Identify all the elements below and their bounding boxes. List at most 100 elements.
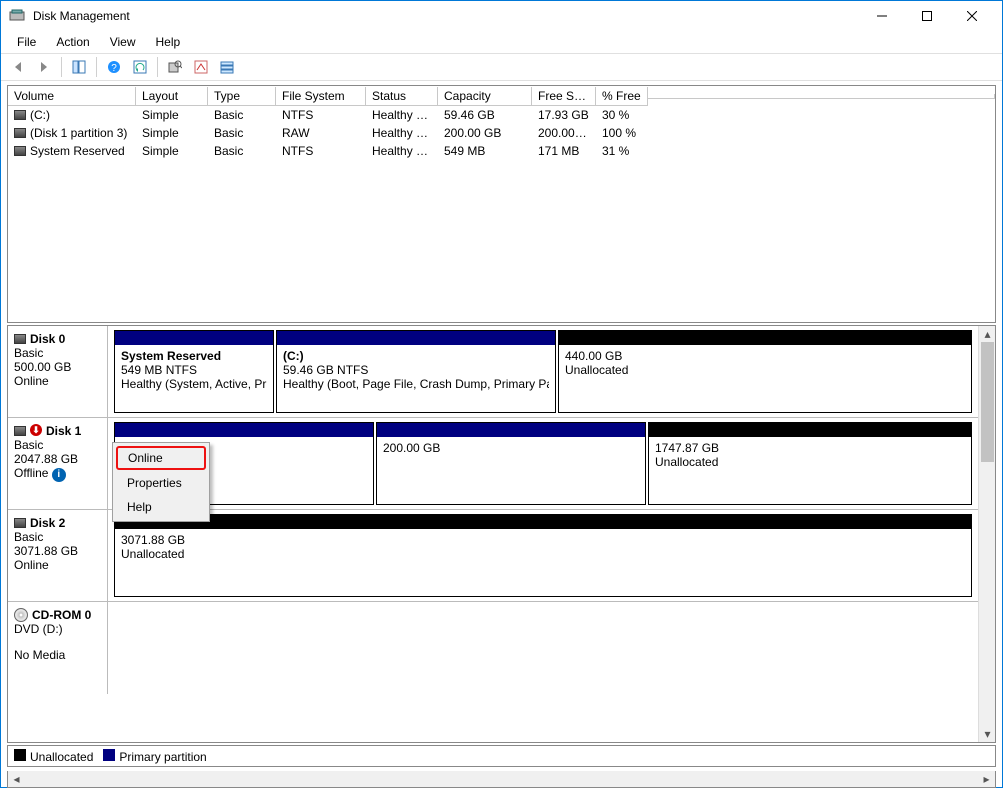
col-free[interactable]: Free Spa... bbox=[532, 87, 596, 106]
cell-fs: NTFS bbox=[276, 107, 366, 123]
partition-stripe bbox=[377, 423, 645, 437]
cell-pct: 100 % bbox=[596, 125, 648, 141]
disk-state: No Media bbox=[14, 648, 101, 662]
volume-row[interactable]: System Reserved Simple Basic NTFS Health… bbox=[8, 142, 995, 160]
volume-name: (C:) bbox=[30, 108, 50, 122]
partition[interactable]: 200.00 GB bbox=[376, 422, 646, 505]
cell-pct: 30 % bbox=[596, 107, 648, 123]
partition-stripe bbox=[649, 423, 971, 437]
scroll-right-icon[interactable]: ▸ bbox=[978, 771, 995, 787]
menubar: File Action View Help bbox=[1, 31, 1002, 53]
disk-icon bbox=[14, 518, 26, 528]
context-online[interactable]: Online bbox=[116, 446, 206, 470]
disk-state: Offline bbox=[14, 466, 48, 480]
disk-icon bbox=[14, 146, 26, 156]
help-button[interactable]: ? bbox=[103, 56, 125, 78]
disk-map[interactable]: Disk 0 Basic 500.00 GB Online System Res… bbox=[7, 325, 996, 743]
menu-help[interactable]: Help bbox=[146, 33, 191, 51]
disk-label[interactable]: Disk 2 Basic 3071.88 GB Online bbox=[8, 510, 108, 601]
disk-size: 500.00 GB bbox=[14, 360, 101, 374]
list-button[interactable] bbox=[216, 56, 238, 78]
disk-label[interactable]: ⬇Disk 1 Basic 2047.88 GB Offline i bbox=[8, 418, 108, 509]
disk-partitions: 200.00 GB 1747.87 GB Unallocated bbox=[108, 418, 978, 509]
col-pct[interactable]: % Free bbox=[596, 87, 648, 106]
partition[interactable]: (C:) 59.46 GB NTFS Healthy (Boot, Page F… bbox=[276, 330, 556, 413]
settings-button[interactable] bbox=[190, 56, 212, 78]
refresh-button[interactable] bbox=[129, 56, 151, 78]
scroll-down-icon[interactable]: ▾ bbox=[979, 726, 996, 742]
legend-unallocated: Unallocated bbox=[30, 750, 93, 764]
col-layout[interactable]: Layout bbox=[136, 87, 208, 106]
menu-action[interactable]: Action bbox=[46, 33, 99, 51]
disk-label[interactable]: Disk 0 Basic 500.00 GB Online bbox=[8, 326, 108, 417]
disk-kind: Basic bbox=[14, 438, 101, 452]
cell-pct: 31 % bbox=[596, 143, 648, 159]
disk-state: Online bbox=[14, 374, 101, 388]
maximize-button[interactable] bbox=[904, 1, 949, 31]
cell-status: Healthy (B... bbox=[366, 107, 438, 123]
volume-list[interactable]: Volume Layout Type File System Status Ca… bbox=[7, 85, 996, 323]
disk-title: Disk 1 bbox=[46, 424, 81, 438]
disk-entry-0[interactable]: Disk 0 Basic 500.00 GB Online System Res… bbox=[8, 326, 978, 418]
show-hide-tree-button[interactable] bbox=[68, 56, 90, 78]
partition-size: 59.46 GB NTFS bbox=[283, 363, 549, 377]
disk-label[interactable]: CD-ROM 0 DVD (D:) No Media bbox=[8, 602, 108, 694]
partition-size: 3071.88 GB bbox=[121, 533, 965, 547]
svg-text:?: ? bbox=[111, 63, 117, 74]
disk-icon bbox=[14, 128, 26, 138]
partition[interactable]: System Reserved 549 MB NTFS Healthy (Sys… bbox=[114, 330, 274, 413]
col-volume[interactable]: Volume bbox=[8, 87, 136, 106]
minimize-button[interactable] bbox=[859, 1, 904, 31]
close-button[interactable] bbox=[949, 1, 994, 31]
toolbar: ? bbox=[1, 53, 1002, 81]
volume-row[interactable]: (C:) Simple Basic NTFS Healthy (B... 59.… bbox=[8, 106, 995, 124]
col-status[interactable]: Status bbox=[366, 87, 438, 106]
cell-fs: RAW bbox=[276, 125, 366, 141]
info-icon[interactable]: i bbox=[52, 468, 66, 482]
vertical-scrollbar[interactable]: ▴ ▾ bbox=[978, 326, 995, 742]
cell-layout: Simple bbox=[136, 125, 208, 141]
disk-size: 3071.88 GB bbox=[14, 544, 101, 558]
col-type[interactable]: Type bbox=[208, 87, 276, 106]
partition-stripe bbox=[115, 515, 971, 529]
partition-unallocated[interactable]: 3071.88 GB Unallocated bbox=[114, 514, 972, 597]
partition-stripe bbox=[115, 331, 273, 345]
col-filesystem[interactable]: File System bbox=[276, 87, 366, 106]
scroll-thumb[interactable] bbox=[981, 342, 994, 462]
cell-type: Basic bbox=[208, 143, 276, 159]
scroll-left-icon[interactable]: ◂ bbox=[8, 771, 25, 787]
swatch-unallocated bbox=[14, 749, 26, 761]
menu-file[interactable]: File bbox=[7, 33, 46, 51]
partition-unallocated[interactable]: 440.00 GB Unallocated bbox=[558, 330, 972, 413]
toolbar-sep bbox=[157, 57, 158, 77]
dvd-icon bbox=[14, 608, 28, 622]
partition-status: Unallocated bbox=[565, 363, 965, 377]
disk-title: Disk 0 bbox=[30, 332, 65, 346]
forward-button[interactable] bbox=[33, 56, 55, 78]
disk-entry-cdrom[interactable]: CD-ROM 0 DVD (D:) No Media bbox=[8, 602, 978, 694]
menu-view[interactable]: View bbox=[100, 33, 146, 51]
cell-capacity: 200.00 GB bbox=[438, 125, 532, 141]
rescan-button[interactable] bbox=[164, 56, 186, 78]
cell-capacity: 59.46 GB bbox=[438, 107, 532, 123]
back-button[interactable] bbox=[7, 56, 29, 78]
volume-row[interactable]: (Disk 1 partition 3) Simple Basic RAW He… bbox=[8, 124, 995, 142]
disk-kind: Basic bbox=[14, 530, 101, 544]
disk-partitions: 3071.88 GB Unallocated bbox=[108, 510, 978, 601]
swatch-primary bbox=[103, 749, 115, 761]
disk-entry-2[interactable]: Disk 2 Basic 3071.88 GB Online 3071.88 G… bbox=[8, 510, 978, 602]
col-spacer bbox=[648, 94, 995, 99]
partition-unallocated[interactable]: 1747.87 GB Unallocated bbox=[648, 422, 972, 505]
context-help[interactable]: Help bbox=[115, 495, 207, 519]
col-capacity[interactable]: Capacity bbox=[438, 87, 532, 106]
horizontal-scrollbar[interactable]: ◂ ▸ bbox=[7, 771, 996, 788]
partition-size: 1747.87 GB bbox=[655, 441, 965, 455]
cell-status: Healthy (P... bbox=[366, 125, 438, 141]
cell-status: Healthy (S... bbox=[366, 143, 438, 159]
scroll-up-icon[interactable]: ▴ bbox=[979, 326, 996, 342]
context-properties[interactable]: Properties bbox=[115, 471, 207, 495]
cell-layout: Simple bbox=[136, 143, 208, 159]
partition-status: Unallocated bbox=[655, 455, 965, 469]
window-title: Disk Management bbox=[33, 9, 859, 23]
disk-icon bbox=[14, 426, 26, 436]
